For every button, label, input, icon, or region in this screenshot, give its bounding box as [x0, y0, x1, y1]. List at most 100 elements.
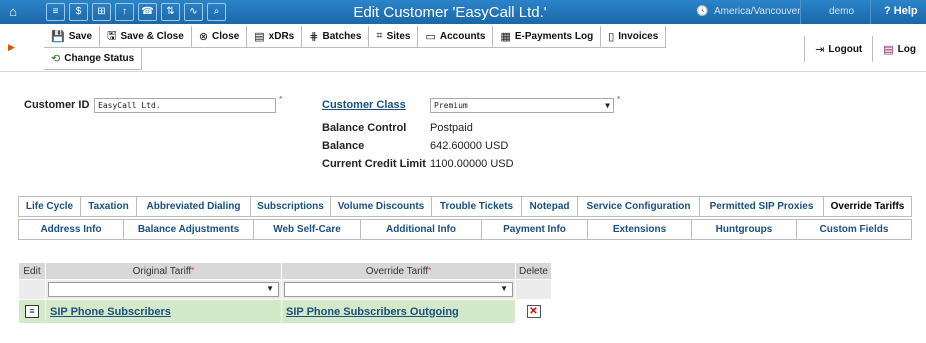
accounts-button[interactable]: ▭ Accounts — [418, 26, 494, 48]
user-link[interactable]: demo — [829, 6, 854, 17]
save-close-label: Save & Close — [120, 31, 184, 42]
upload-icon[interactable]: ↑ — [115, 3, 134, 21]
change-status-button[interactable]: ⟲ Change Status — [44, 48, 143, 70]
sites-button[interactable]: ⌗ Sites — [369, 26, 419, 48]
chart-icon[interactable]: ∿ — [184, 3, 203, 21]
chevron-down-icon: ▼ — [500, 284, 508, 293]
required-marker: * — [191, 265, 195, 275]
credit-limit-label: Current Credit Limit — [322, 158, 426, 170]
invoices-button[interactable]: ▯ Invoices — [601, 26, 667, 48]
col-override-tariff-header: Override Tariff* — [281, 262, 516, 280]
edit-icon[interactable]: ≡ — [25, 305, 39, 318]
balance-value: 642.60000 USD — [430, 140, 509, 152]
override-tariff-link[interactable]: SIP Phone Subscribers Outgoing — [286, 306, 459, 318]
phone-icon[interactable]: ☎ — [138, 3, 157, 21]
accounts-icon: ▭ — [425, 31, 436, 43]
credit-limit-value: 1100.00000 USD — [430, 158, 514, 170]
toolbar-arrow-icon: ▶ — [8, 42, 15, 52]
tab-additional-info[interactable]: Additional Info — [361, 220, 482, 239]
tab-custom-fields[interactable]: Custom Fields — [797, 220, 912, 239]
customer-class-value: Premium — [434, 101, 468, 110]
tab-web-self-care[interactable]: Web Self-Care — [254, 220, 361, 239]
batches-button[interactable]: ⋕ Batches — [302, 26, 370, 48]
tab-service-configuration[interactable]: Service Configuration — [578, 197, 700, 216]
grid-icon[interactable]: ⊞ — [92, 3, 111, 21]
balance-label: Balance — [322, 140, 365, 152]
logout-label: Logout — [828, 43, 863, 55]
save-close-icon: 🖫 — [107, 30, 117, 42]
save-button[interactable]: 💾 Save — [44, 26, 101, 48]
help-label: Help — [893, 5, 918, 17]
xdrs-icon: ▤ — [254, 31, 265, 43]
col-original-tariff-header: Original Tariff* — [45, 262, 282, 280]
xdrs-label: xDRs — [268, 31, 295, 42]
close-button[interactable]: ⊗ Close — [191, 26, 248, 48]
menu-icon[interactable]: ≡ — [46, 3, 65, 21]
tab-huntgroups[interactable]: Huntgroups — [692, 220, 797, 239]
chevron-down-icon: ▼ — [605, 101, 610, 110]
customer-class-select[interactable]: Premium ▼ — [430, 98, 614, 113]
table-header-row: Edit Original Tariff* Override Tariff* D… — [18, 262, 552, 280]
tab-permitted-sip-proxies[interactable]: Permitted SIP Proxies — [700, 197, 824, 216]
tab-trouble-tickets[interactable]: Trouble Tickets — [432, 197, 522, 216]
divider — [800, 0, 801, 24]
customer-id-label: Customer ID — [24, 99, 90, 111]
tab-address-info[interactable]: Address Info — [18, 220, 124, 239]
sites-label: Sites — [386, 31, 411, 42]
tab-extensions[interactable]: Extensions — [588, 220, 692, 239]
invoices-icon: ▯ — [608, 31, 615, 43]
transfer-icon[interactable]: ⇅ — [161, 3, 180, 21]
col-override-label: Override Tariff — [365, 265, 429, 277]
customer-class-link[interactable]: Customer Class — [322, 99, 406, 111]
log-button[interactable]: ▤ Log — [872, 36, 926, 62]
home-icon[interactable]: ⌂ — [4, 3, 22, 21]
new-row: ▼ ▼ — [18, 279, 552, 300]
tab-balance-adjustments[interactable]: Balance Adjustments — [124, 220, 254, 239]
help-link[interactable]: ? Help — [884, 5, 918, 17]
change-status-label: Change Status — [64, 53, 135, 64]
batches-label: Batches — [322, 31, 362, 42]
invoices-label: Invoices — [618, 31, 659, 42]
customer-id-input[interactable]: EasyCall Ltd. — [94, 98, 276, 113]
tab-abbreviated-dialing[interactable]: Abbreviated Dialing — [137, 197, 251, 216]
epayments-label: E-Payments Log — [514, 31, 594, 42]
close-icon: ⊗ — [198, 31, 209, 43]
override-tariffs-table: Edit Original Tariff* Override Tariff* D… — [18, 262, 552, 324]
log-icon: ▤ — [883, 43, 894, 56]
batches-icon: ⋕ — [309, 31, 319, 43]
original-tariff-link[interactable]: SIP Phone Subscribers — [50, 306, 171, 318]
required-marker: * — [617, 95, 621, 104]
override-tariff-select[interactable]: ▼ — [284, 282, 513, 297]
empty-cell — [18, 279, 46, 300]
tab-taxation[interactable]: Taxation — [81, 197, 137, 216]
balance-control-label: Balance Control — [322, 122, 407, 134]
logout-icon: ⇥ — [815, 43, 825, 56]
save-close-button[interactable]: 🖫 Save & Close — [100, 26, 192, 48]
logout-button[interactable]: ⇥ Logout — [804, 36, 872, 62]
tab-subscriptions[interactable]: Subscriptions — [251, 197, 331, 216]
clock-icon: 🕓 — [696, 6, 709, 17]
table-row: ≡ SIP Phone Subscribers SIP Phone Subscr… — [18, 299, 552, 324]
tab-override-tariffs[interactable]: Override Tariffs — [824, 197, 912, 216]
tab-volume-discounts[interactable]: Volume Discounts — [331, 197, 432, 216]
log-label: Log — [897, 43, 916, 55]
tab-payment-info[interactable]: Payment Info — [482, 220, 588, 239]
help-icon: ? — [884, 5, 891, 17]
col-original-label: Original Tariff — [132, 265, 192, 277]
col-delete-header: Delete — [515, 262, 552, 280]
epayments-log-button[interactable]: ▦ E-Payments Log — [493, 26, 602, 48]
close-label: Close — [212, 31, 240, 42]
tab-notepad[interactable]: Notepad — [522, 197, 578, 216]
required-marker: * — [279, 95, 283, 104]
money-icon[interactable]: $ — [69, 3, 88, 21]
original-tariff-select[interactable]: ▼ — [48, 282, 279, 297]
search-icon[interactable]: ⌕ — [207, 3, 226, 21]
change-status-icon: ⟲ — [51, 53, 61, 65]
top-bar: ⌂ ≡ $ ⊞ ↑ ☎ ⇅ ∿ ⌕ Edit Customer 'EasyCal… — [0, 0, 926, 24]
save-label: Save — [68, 31, 93, 42]
tab-life-cycle[interactable]: Life Cycle — [18, 197, 81, 216]
timezone-link[interactable]: 🕓 America/Vancouver — [696, 6, 801, 17]
required-marker: * — [428, 265, 432, 275]
delete-icon[interactable]: ✕ — [526, 305, 541, 318]
xdrs-button[interactable]: ▤ xDRs — [247, 26, 303, 48]
